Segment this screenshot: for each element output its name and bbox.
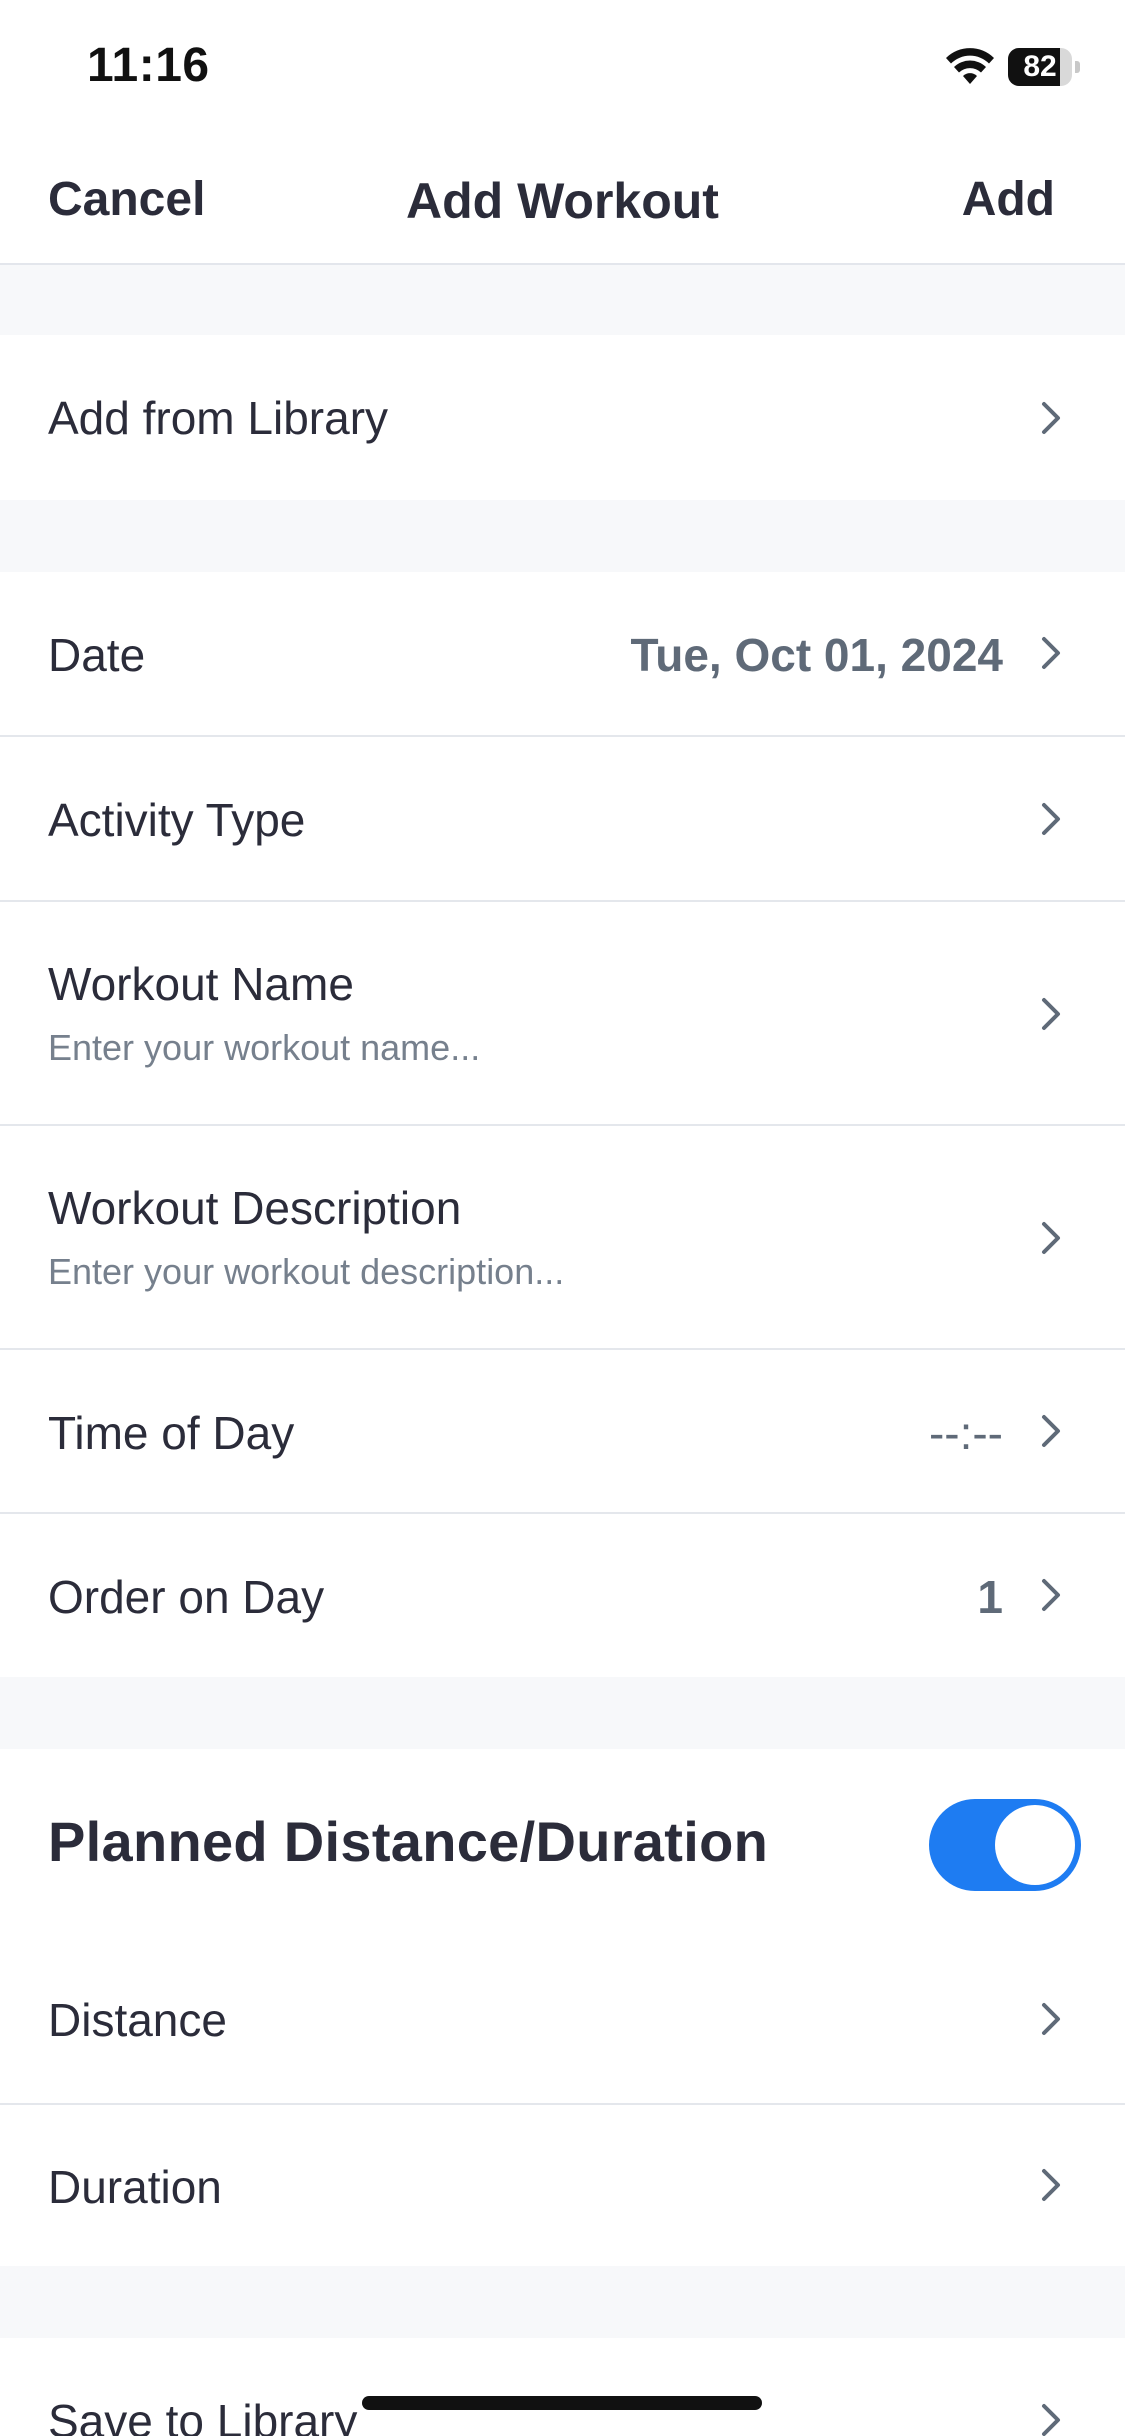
workout-name-row[interactable]: Workout Name Enter your workout name... bbox=[0, 902, 1125, 1126]
workout-description-row[interactable]: Workout Description Enter your workout d… bbox=[0, 1126, 1125, 1350]
time-of-day-label: Time of Day bbox=[48, 1407, 295, 1459]
workout-description-label: Workout Description bbox=[48, 1182, 462, 1234]
chevron-right-icon bbox=[1042, 1222, 1060, 1254]
workout-name-placeholder: Enter your workout name... bbox=[48, 1027, 481, 1068]
section-gap bbox=[0, 265, 1125, 335]
home-indicator bbox=[362, 2396, 762, 2410]
workout-description-placeholder: Enter your workout description... bbox=[48, 1251, 565, 1292]
time-of-day-row[interactable]: Time of Day --:-- bbox=[0, 1350, 1125, 1514]
order-on-day-row[interactable]: Order on Day 1 bbox=[0, 1514, 1125, 1677]
duration-row[interactable]: Duration bbox=[0, 2105, 1125, 2266]
add-button[interactable]: Add bbox=[962, 172, 1055, 227]
activity-type-label: Activity Type bbox=[48, 794, 306, 846]
planned-header-row: Planned Distance/Duration bbox=[0, 1749, 1125, 1939]
save-to-library-row[interactable]: Save to Library bbox=[0, 2338, 1125, 2436]
chevron-right-icon bbox=[1042, 2169, 1060, 2201]
chevron-right-icon bbox=[1042, 1415, 1060, 1447]
status-bar: 11:16 82 bbox=[0, 0, 1125, 140]
workout-name-label: Workout Name bbox=[48, 958, 354, 1010]
chevron-right-icon bbox=[1042, 402, 1060, 434]
save-to-library-label: Save to Library bbox=[48, 2395, 358, 2436]
battery-level: 82 bbox=[1023, 50, 1057, 83]
distance-row[interactable]: Distance bbox=[0, 1939, 1125, 2105]
activity-type-row[interactable]: Activity Type bbox=[0, 737, 1125, 902]
date-row[interactable]: Date Tue, Oct 01, 2024 bbox=[0, 572, 1125, 737]
date-label: Date bbox=[48, 629, 146, 681]
chevron-right-icon bbox=[1042, 803, 1060, 835]
battery-icon: 82 bbox=[1008, 48, 1080, 86]
nav-bar: Cancel Add Workout Add bbox=[0, 140, 1125, 265]
section-gap bbox=[0, 2266, 1125, 2338]
add-from-library-label: Add from Library bbox=[48, 392, 389, 444]
chevron-right-icon bbox=[1042, 1579, 1060, 1611]
duration-label: Duration bbox=[48, 2161, 222, 2213]
order-on-day-label: Order on Day bbox=[48, 1571, 325, 1623]
wifi-icon bbox=[946, 48, 994, 84]
chevron-right-icon bbox=[1042, 998, 1060, 1030]
order-on-day-value: 1 bbox=[977, 1571, 1003, 1623]
time-of-day-value: --:-- bbox=[928, 1407, 1003, 1459]
section-gap bbox=[0, 500, 1125, 572]
status-time: 11:16 bbox=[87, 39, 210, 92]
toggle-knob bbox=[995, 1805, 1075, 1885]
chevron-right-icon bbox=[1042, 637, 1060, 669]
planned-section-title: Planned Distance/Duration bbox=[48, 1810, 769, 1873]
date-value: Tue, Oct 01, 2024 bbox=[630, 629, 1003, 681]
add-from-library-row[interactable]: Add from Library bbox=[0, 335, 1125, 500]
section-gap bbox=[0, 1677, 1125, 1749]
planned-toggle[interactable] bbox=[929, 1799, 1081, 1891]
distance-label: Distance bbox=[48, 1994, 227, 2046]
chevron-right-icon bbox=[1042, 2404, 1060, 2436]
page-title: Add Workout bbox=[406, 173, 719, 229]
chevron-right-icon bbox=[1042, 2003, 1060, 2035]
